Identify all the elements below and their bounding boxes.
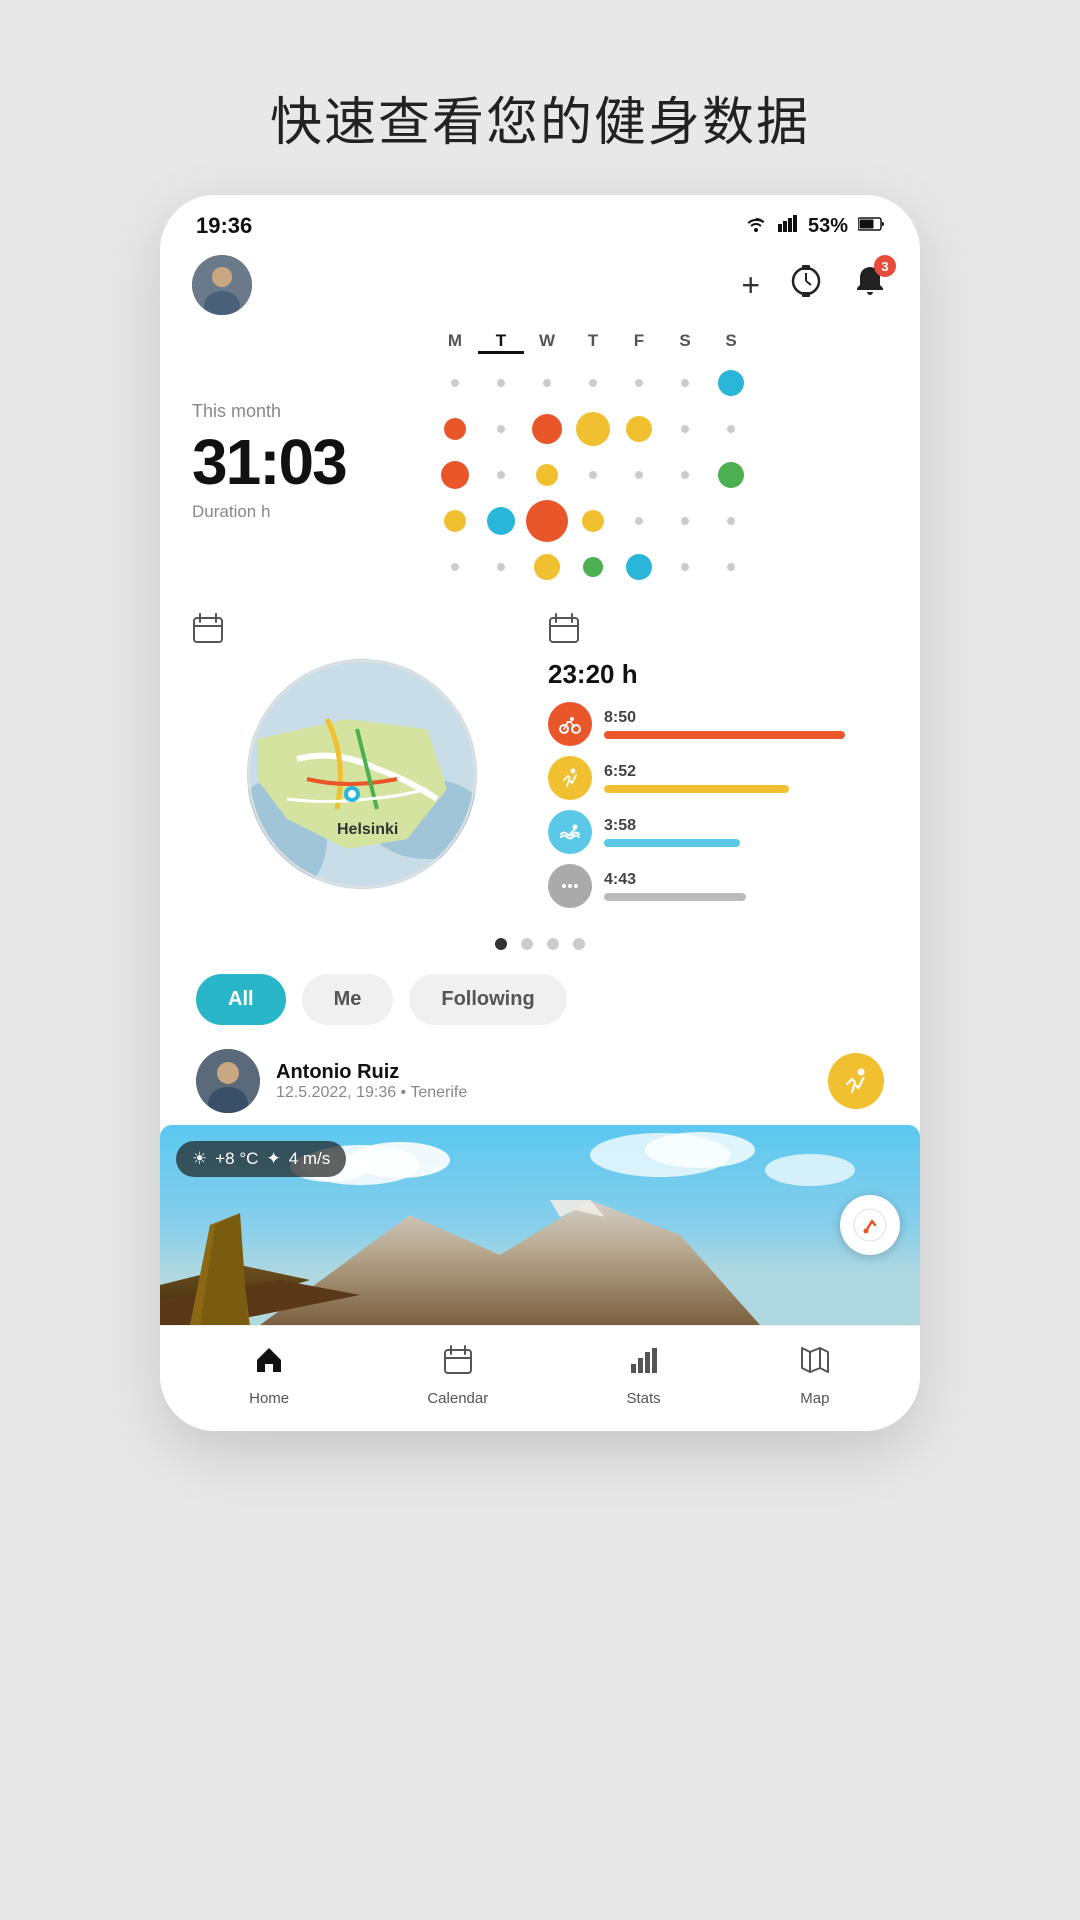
status-bar: 19:36 53% bbox=[160, 195, 920, 247]
swimming-icon bbox=[548, 810, 592, 854]
signal-icon bbox=[778, 214, 798, 238]
feed-item: Antonio Ruiz 12.5.2022, 19:36 • Tenerife bbox=[192, 1049, 888, 1113]
time-stats: This month 31:03 Duration h bbox=[192, 331, 412, 592]
cycling-time: 8:50 bbox=[604, 709, 888, 727]
weather-pill: ☀ +8 °C ✦ 4 m/s bbox=[176, 1141, 346, 1177]
feed-avatar[interactable] bbox=[196, 1049, 260, 1113]
cal-row-4 bbox=[432, 500, 888, 542]
phone-frame: 19:36 53% + bbox=[160, 195, 920, 1431]
feed-user-meta: 12.5.2022, 19:36 • Tenerife bbox=[276, 1084, 467, 1102]
day-T: T bbox=[478, 331, 524, 354]
running-bar bbox=[604, 785, 789, 793]
feed-user-info: Antonio Ruiz 12.5.2022, 19:36 • Tenerife bbox=[196, 1049, 467, 1113]
header-actions: + 3 bbox=[741, 263, 888, 307]
filter-following[interactable]: Following bbox=[409, 974, 566, 1025]
stats-section: This month 31:03 Duration h M T W T F S … bbox=[192, 331, 888, 592]
page-title: 快速查看您的健身数据 bbox=[270, 80, 810, 155]
swimming-bar bbox=[604, 839, 740, 847]
cal-row-3 bbox=[432, 454, 888, 496]
wind-speed: 4 m/s bbox=[289, 1149, 331, 1169]
map-label: Map bbox=[800, 1390, 829, 1407]
activity-running: 6:52 bbox=[548, 756, 888, 800]
map-card[interactable]: Helsinki bbox=[192, 612, 532, 918]
status-icons: 53% bbox=[744, 214, 884, 238]
other-bar bbox=[604, 893, 746, 901]
total-time: 31:03 bbox=[192, 430, 412, 494]
stats-label: Stats bbox=[626, 1390, 660, 1407]
total-activity-time: 23:20 h bbox=[548, 659, 888, 690]
activity-row: Helsinki 23:20 h 8 bbox=[192, 612, 888, 918]
period-label: This month bbox=[192, 401, 412, 422]
battery-icon bbox=[858, 215, 884, 238]
nav-map[interactable]: Map bbox=[799, 1344, 831, 1407]
day-F: F bbox=[616, 331, 662, 354]
calendar-headers: M T W T F S S bbox=[432, 331, 888, 354]
filter-me[interactable]: Me bbox=[302, 974, 394, 1025]
stats-nav-icon bbox=[628, 1344, 660, 1384]
add-button[interactable]: + bbox=[741, 267, 760, 304]
page-dot-4[interactable] bbox=[573, 938, 585, 950]
nav-home[interactable]: Home bbox=[249, 1344, 289, 1407]
filter-tabs: All Me Following bbox=[192, 974, 888, 1025]
cal-row-1 bbox=[432, 362, 888, 404]
bottom-nav: Home Calendar Stats Map bbox=[160, 1325, 920, 1431]
day-T2: T bbox=[570, 331, 616, 354]
cal-row-5 bbox=[432, 546, 888, 588]
route-button[interactable] bbox=[840, 1195, 900, 1255]
time-display: 19:36 bbox=[196, 213, 252, 239]
pagination bbox=[192, 938, 888, 950]
activity-swimming: 3:58 bbox=[548, 810, 888, 854]
home-label: Home bbox=[249, 1390, 289, 1407]
watch-icon[interactable] bbox=[788, 263, 824, 307]
notification-badge: 3 bbox=[874, 255, 896, 277]
day-M: M bbox=[432, 331, 478, 354]
page-dot-1[interactable] bbox=[495, 938, 507, 950]
battery-percent: 53% bbox=[808, 215, 848, 238]
day-W: W bbox=[524, 331, 570, 354]
other-time: 4:43 bbox=[604, 871, 888, 889]
page-dot-3[interactable] bbox=[547, 938, 559, 950]
home-icon bbox=[253, 1344, 285, 1384]
wind-icon: ✦ bbox=[266, 1149, 280, 1169]
map-calendar-icon bbox=[192, 612, 224, 651]
activity-other: 4:43 bbox=[548, 864, 888, 908]
user-avatar[interactable] bbox=[192, 255, 252, 315]
duration-label: Duration h bbox=[192, 502, 412, 522]
feed-activity-icon bbox=[828, 1053, 884, 1109]
activity-image[interactable]: ☀ +8 °C ✦ 4 m/s bbox=[160, 1125, 920, 1325]
day-S: S bbox=[662, 331, 708, 354]
other-icon bbox=[548, 864, 592, 908]
notifications-button[interactable]: 3 bbox=[852, 263, 888, 307]
stats-calendar-icon bbox=[548, 612, 888, 651]
nav-calendar[interactable]: Calendar bbox=[427, 1344, 488, 1407]
swimming-time: 3:58 bbox=[604, 817, 888, 835]
cal-row-2 bbox=[432, 408, 888, 450]
feed-user-name: Antonio Ruiz bbox=[276, 1061, 467, 1084]
map-nav-icon bbox=[799, 1344, 831, 1384]
page-dot-2[interactable] bbox=[521, 938, 533, 950]
calendar-nav-icon bbox=[442, 1344, 474, 1384]
temperature: +8 °C bbox=[215, 1149, 258, 1169]
activity-bars-card: 23:20 h 8:50 bbox=[548, 612, 888, 918]
day-S2: S bbox=[708, 331, 754, 354]
dot-calendar: M T W T F S S bbox=[432, 331, 888, 592]
wifi-icon bbox=[744, 214, 768, 238]
svg-text:Helsinki: Helsinki bbox=[337, 821, 398, 838]
app-header: + 3 bbox=[160, 247, 920, 331]
activity-cycling: 8:50 bbox=[548, 702, 888, 746]
cycling-bar bbox=[604, 731, 845, 739]
filter-all[interactable]: All bbox=[196, 974, 286, 1025]
map-display[interactable]: Helsinki bbox=[247, 659, 477, 889]
nav-stats[interactable]: Stats bbox=[626, 1344, 660, 1407]
cycling-icon bbox=[548, 702, 592, 746]
calendar-label: Calendar bbox=[427, 1390, 488, 1407]
main-content: This month 31:03 Duration h M T W T F S … bbox=[160, 331, 920, 1113]
running-time: 6:52 bbox=[604, 763, 888, 781]
sun-icon: ☀ bbox=[192, 1149, 207, 1169]
running-icon bbox=[548, 756, 592, 800]
